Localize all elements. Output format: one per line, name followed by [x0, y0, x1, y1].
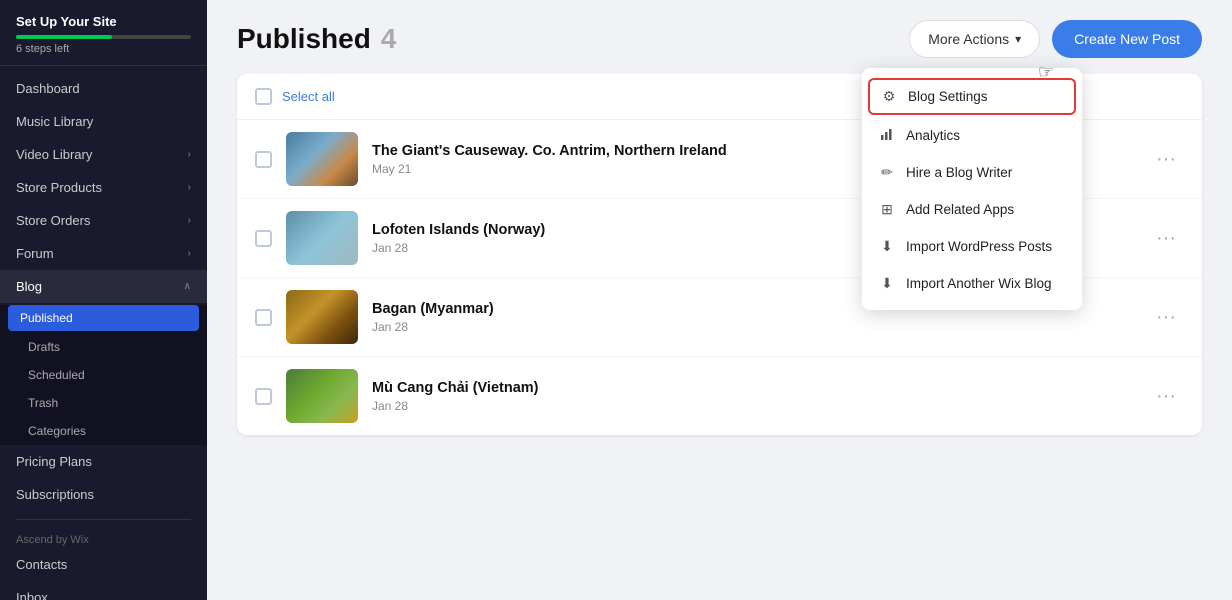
chevron-up-icon: ∧	[184, 281, 191, 292]
chevron-right-icon: ›	[188, 182, 191, 193]
gear-icon: ⚙	[880, 88, 898, 105]
post-title: Mù Cang Chải (Vietnam)	[372, 380, 1134, 396]
page-title-text: Published	[237, 23, 371, 55]
sidebar-item-categories[interactable]: Categories	[0, 417, 207, 445]
sidebar-item-label: Dashboard	[16, 81, 80, 96]
setup-title: Set Up Your Site	[16, 14, 191, 29]
dropdown-item-label: Import Another Wix Blog	[906, 276, 1052, 291]
sidebar-item-pricing-plans[interactable]: Pricing Plans	[0, 445, 207, 478]
sidebar-item-store-products[interactable]: Store Products ›	[0, 171, 207, 204]
more-actions-dropdown: ⚙ Blog Settings Analytics ✏ Hir	[862, 68, 1082, 310]
sidebar-item-label: Store Orders	[16, 213, 90, 228]
post-thumbnail	[286, 369, 358, 423]
page-header: Published 4 More Actions ▾ Create New Po…	[207, 0, 1232, 74]
analytics-icon	[878, 127, 896, 144]
post-checkbox[interactable]	[255, 151, 272, 168]
dropdown-item-label: Import WordPress Posts	[906, 239, 1052, 254]
chevron-down-icon: ▾	[1015, 32, 1021, 46]
dropdown-item-import-wordpress[interactable]: ⬇ Import WordPress Posts	[862, 228, 1082, 265]
dropdown-item-label: Analytics	[906, 128, 960, 143]
post-thumbnail	[286, 132, 358, 186]
post-count-badge: 4	[381, 23, 397, 55]
dropdown-item-label: Blog Settings	[908, 89, 988, 104]
sidebar-item-label: Forum	[16, 246, 54, 261]
setup-section: Set Up Your Site 6 steps left	[0, 0, 207, 66]
pen-icon: ✏	[878, 164, 896, 181]
progress-bar-bg	[16, 35, 191, 39]
post-more-button[interactable]: ···	[1148, 223, 1184, 254]
sidebar-item-label: Video Library	[16, 147, 92, 162]
chevron-right-icon: ›	[188, 215, 191, 226]
select-all-label[interactable]: Select all	[282, 89, 335, 104]
sidebar-item-label: Store Products	[16, 180, 102, 195]
dropdown-item-hire-writer[interactable]: ✏ Hire a Blog Writer	[862, 154, 1082, 191]
download-icon: ⬇	[878, 275, 896, 292]
progress-bar-fill	[16, 35, 112, 39]
main-content: Published 4 More Actions ▾ Create New Po…	[207, 0, 1232, 600]
sidebar: Set Up Your Site 6 steps left Dashboard …	[0, 0, 207, 600]
more-actions-label: More Actions	[928, 31, 1009, 47]
sidebar-item-scheduled[interactable]: Scheduled	[0, 361, 207, 389]
sidebar-item-forum[interactable]: Forum ›	[0, 237, 207, 270]
dropdown-item-blog-settings[interactable]: ⚙ Blog Settings	[868, 78, 1076, 115]
scheduled-label: Scheduled	[28, 368, 85, 382]
published-label: Published	[20, 311, 73, 325]
steps-left-label: 6 steps left	[16, 43, 191, 55]
dropdown-item-import-wix-blog[interactable]: ⬇ Import Another Wix Blog	[862, 265, 1082, 302]
sidebar-item-trash[interactable]: Trash	[0, 389, 207, 417]
blog-submenu: Published Drafts Scheduled Trash Categor…	[0, 305, 207, 445]
table-row: Mù Cang Chải (Vietnam) Jan 28 ···	[237, 357, 1202, 435]
sidebar-item-video-library[interactable]: Video Library ›	[0, 138, 207, 171]
dropdown-item-label: Add Related Apps	[906, 202, 1014, 217]
sidebar-item-music-library[interactable]: Music Library	[0, 105, 207, 138]
select-all-checkbox[interactable]	[255, 88, 272, 105]
post-date: Jan 28	[372, 399, 1134, 413]
post-more-button[interactable]: ···	[1148, 144, 1184, 175]
sidebar-item-drafts[interactable]: Drafts	[0, 333, 207, 361]
sidebar-item-inbox[interactable]: Inbox	[0, 581, 207, 600]
dropdown-item-label: Hire a Blog Writer	[906, 165, 1012, 180]
sidebar-item-contacts[interactable]: Contacts	[0, 548, 207, 581]
sidebar-nav: Dashboard Music Library Video Library › …	[0, 66, 207, 600]
sidebar-item-label: Inbox	[16, 590, 48, 600]
dropdown-item-analytics[interactable]: Analytics	[862, 117, 1082, 154]
trash-label: Trash	[28, 396, 58, 410]
create-new-post-button[interactable]: Create New Post	[1052, 20, 1202, 58]
sidebar-item-dashboard[interactable]: Dashboard	[0, 72, 207, 105]
post-date: Jan 28	[372, 320, 1134, 334]
chevron-right-icon: ›	[188, 149, 191, 160]
download-icon: ⬇	[878, 238, 896, 255]
sidebar-item-label: Pricing Plans	[16, 454, 92, 469]
post-more-button[interactable]: ···	[1148, 381, 1184, 412]
sidebar-item-label: Music Library	[16, 114, 93, 129]
chevron-right-icon: ›	[188, 248, 191, 259]
more-actions-button[interactable]: More Actions ▾	[909, 20, 1040, 58]
categories-label: Categories	[28, 424, 86, 438]
post-checkbox[interactable]	[255, 230, 272, 247]
sidebar-item-store-orders[interactable]: Store Orders ›	[0, 204, 207, 237]
sidebar-divider	[16, 519, 191, 520]
header-actions: More Actions ▾ Create New Post ☞ ⚙ Blog …	[909, 20, 1202, 58]
post-more-button[interactable]: ···	[1148, 302, 1184, 333]
page-title: Published 4	[237, 23, 396, 55]
post-thumbnail	[286, 290, 358, 344]
post-info: Mù Cang Chải (Vietnam) Jan 28	[372, 380, 1134, 413]
sidebar-item-subscriptions[interactable]: Subscriptions	[0, 478, 207, 511]
sidebar-item-published[interactable]: Published	[8, 305, 199, 331]
sidebar-item-label: Blog	[16, 279, 42, 294]
post-checkbox[interactable]	[255, 309, 272, 326]
sidebar-item-label: Contacts	[16, 557, 67, 572]
ascend-label: Ascend by Wix	[0, 528, 207, 548]
apps-icon: ⊞	[878, 201, 896, 218]
sidebar-item-label: Subscriptions	[16, 487, 94, 502]
dropdown-item-add-apps[interactable]: ⊞ Add Related Apps	[862, 191, 1082, 228]
post-thumbnail	[286, 211, 358, 265]
create-new-label: Create New Post	[1074, 31, 1180, 47]
post-checkbox[interactable]	[255, 388, 272, 405]
drafts-label: Drafts	[28, 340, 60, 354]
sidebar-item-blog[interactable]: Blog ∧	[0, 270, 207, 303]
